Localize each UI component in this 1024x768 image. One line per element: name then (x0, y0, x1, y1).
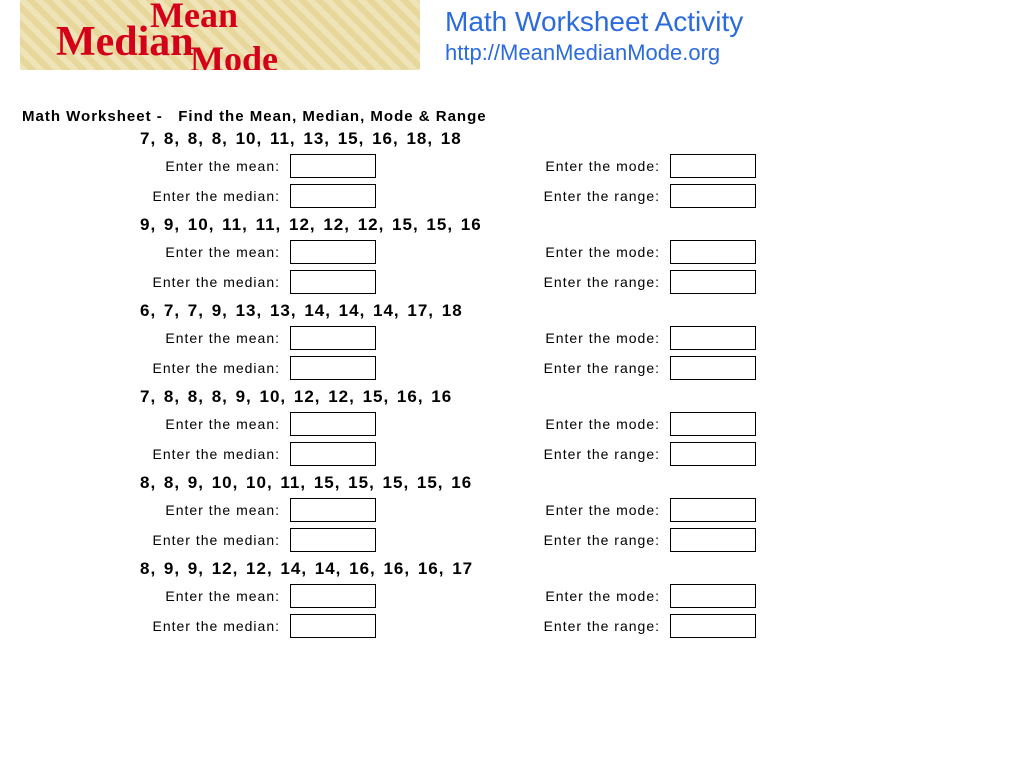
input-row: Enter the mean: Enter the mode: (80, 151, 1024, 181)
problem: 9, 9, 10, 11, 11, 12, 12, 12, 15, 15, 16… (80, 215, 1024, 297)
range-input[interactable] (670, 442, 756, 466)
range-input[interactable] (670, 270, 756, 294)
number-list: 9, 9, 10, 11, 11, 12, 12, 12, 15, 15, 16 (140, 215, 1024, 235)
input-row: Enter the median: Enter the range: (80, 611, 1024, 641)
problem: 8, 9, 9, 12, 12, 14, 14, 16, 16, 16, 17 … (80, 559, 1024, 641)
input-row: Enter the median: Enter the range: (80, 525, 1024, 555)
mode-input[interactable] (670, 154, 756, 178)
worksheet-title: Math Worksheet - Find the Mean, Median, … (22, 108, 1024, 125)
logo: Mean Median Mode (20, 0, 420, 70)
brand-url: http://MeanMedianMode.org (445, 40, 743, 66)
label-mean: Enter the mean: (80, 158, 290, 174)
label-mean: Enter the mean: (80, 502, 290, 518)
problem: 8, 8, 9, 10, 10, 11, 15, 15, 15, 15, 16 … (80, 473, 1024, 555)
median-input[interactable] (290, 184, 376, 208)
range-input[interactable] (670, 528, 756, 552)
label-mean: Enter the mean: (80, 416, 290, 432)
label-mean: Enter the mean: (80, 330, 290, 346)
label-range: Enter the range: (490, 446, 670, 462)
range-input[interactable] (670, 184, 756, 208)
range-input[interactable] (670, 356, 756, 380)
input-row: Enter the mean: Enter the mode: (80, 581, 1024, 611)
mean-input[interactable] (290, 326, 376, 350)
label-median: Enter the median: (80, 618, 290, 634)
median-input[interactable] (290, 442, 376, 466)
mean-input[interactable] (290, 412, 376, 436)
input-row: Enter the mean: Enter the mode: (80, 495, 1024, 525)
label-median: Enter the median: (80, 188, 290, 204)
number-list: 8, 8, 9, 10, 10, 11, 15, 15, 15, 15, 16 (140, 473, 1024, 493)
number-list: 7, 8, 8, 8, 9, 10, 12, 12, 15, 16, 16 (140, 387, 1024, 407)
label-mode: Enter the mode: (490, 330, 670, 346)
mode-input[interactable] (670, 498, 756, 522)
label-median: Enter the median: (80, 532, 290, 548)
median-input[interactable] (290, 528, 376, 552)
median-input[interactable] (290, 614, 376, 638)
mean-input[interactable] (290, 584, 376, 608)
input-row: Enter the median: Enter the range: (80, 267, 1024, 297)
problem: 7, 8, 8, 8, 9, 10, 12, 12, 15, 16, 16 En… (80, 387, 1024, 469)
logo-word-mode: Mode (190, 38, 278, 70)
mode-input[interactable] (670, 412, 756, 436)
header: Mean Median Mode Math Worksheet Activity… (0, 0, 1024, 78)
label-mode: Enter the mode: (490, 588, 670, 604)
input-row: Enter the median: Enter the range: (80, 181, 1024, 211)
median-input[interactable] (290, 356, 376, 380)
label-range: Enter the range: (490, 618, 670, 634)
input-row: Enter the median: Enter the range: (80, 353, 1024, 383)
number-list: 7, 8, 8, 8, 10, 11, 13, 15, 16, 18, 18 (140, 129, 1024, 149)
input-row: Enter the mean: Enter the mode: (80, 237, 1024, 267)
label-mode: Enter the mode: (490, 158, 670, 174)
label-range: Enter the range: (490, 274, 670, 290)
label-mode: Enter the mode: (490, 416, 670, 432)
mode-input[interactable] (670, 584, 756, 608)
mode-input[interactable] (670, 326, 756, 350)
label-range: Enter the range: (490, 532, 670, 548)
input-row: Enter the median: Enter the range: (80, 439, 1024, 469)
median-input[interactable] (290, 270, 376, 294)
brand-title: Math Worksheet Activity (445, 6, 743, 38)
logo-word-median: Median (56, 18, 194, 66)
mean-input[interactable] (290, 240, 376, 264)
label-range: Enter the range: (490, 188, 670, 204)
label-mean: Enter the mean: (80, 588, 290, 604)
label-median: Enter the median: (80, 274, 290, 290)
number-list: 6, 7, 7, 9, 13, 13, 14, 14, 14, 17, 18 (140, 301, 1024, 321)
input-row: Enter the mean: Enter the mode: (80, 323, 1024, 353)
problem: 6, 7, 7, 9, 13, 13, 14, 14, 14, 17, 18 E… (80, 301, 1024, 383)
mean-input[interactable] (290, 498, 376, 522)
label-median: Enter the median: (80, 360, 290, 376)
label-mean: Enter the mean: (80, 244, 290, 260)
range-input[interactable] (670, 614, 756, 638)
worksheet-page: Mean Median Mode Math Worksheet Activity… (0, 0, 1024, 768)
brand-block: Math Worksheet Activity http://MeanMedia… (445, 6, 743, 66)
number-list: 8, 9, 9, 12, 12, 14, 14, 16, 16, 16, 17 (140, 559, 1024, 579)
mode-input[interactable] (670, 240, 756, 264)
label-median: Enter the median: (80, 446, 290, 462)
label-mode: Enter the mode: (490, 502, 670, 518)
mean-input[interactable] (290, 154, 376, 178)
label-range: Enter the range: (490, 360, 670, 376)
label-mode: Enter the mode: (490, 244, 670, 260)
problem: 7, 8, 8, 8, 10, 11, 13, 15, 16, 18, 18 E… (80, 129, 1024, 211)
input-row: Enter the mean: Enter the mode: (80, 409, 1024, 439)
problems-container: 7, 8, 8, 8, 10, 11, 13, 15, 16, 18, 18 E… (0, 129, 1024, 641)
